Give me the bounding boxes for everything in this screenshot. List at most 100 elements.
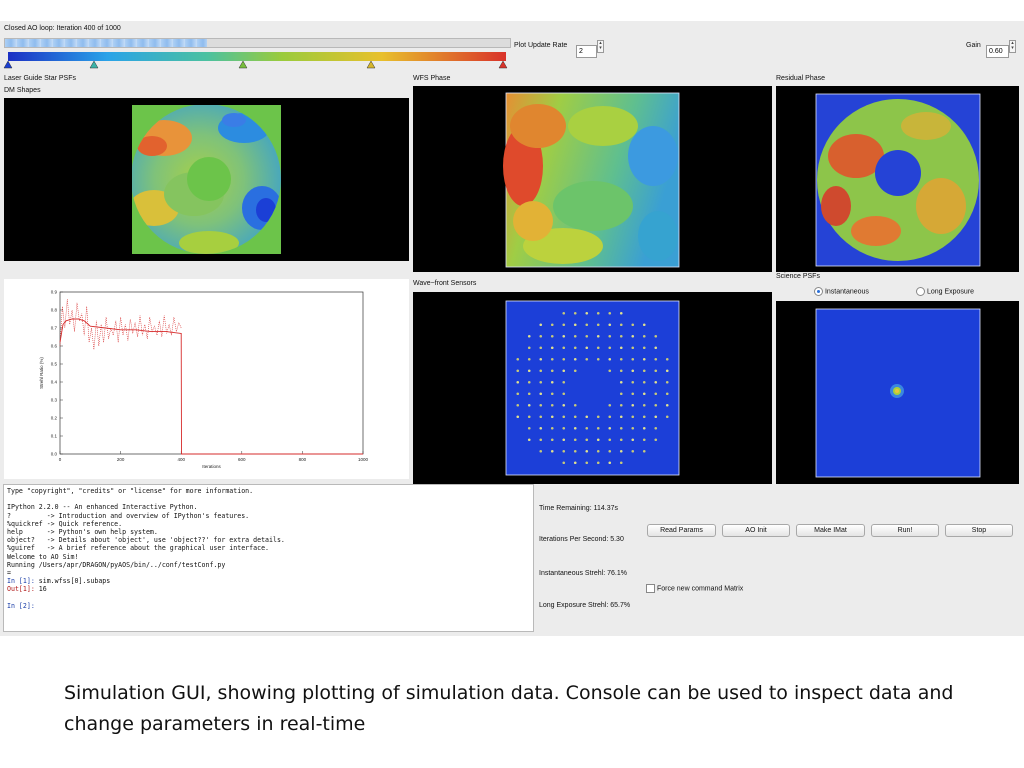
colormap-marker-2[interactable] [89,60,99,69]
wfs-spot [631,346,635,350]
wfs-spot [619,461,623,465]
spinner-arrows-icon[interactable]: ▴ ▾ [1009,40,1016,53]
console-line: IPython 2.2.0 -- An enhanced Interactive… [7,503,198,512]
wfs-spot [562,392,566,396]
wfs-spot [642,438,646,442]
wfs-spot [608,403,612,407]
ao-init-button[interactable]: AO Init [722,524,790,537]
wfs-spot [550,449,554,453]
wfs-spot [573,334,577,338]
wfs-spot [516,403,520,407]
wfs-spot [562,380,566,384]
wfs-spot [665,380,669,384]
wfs-spot [642,369,646,373]
wfs-spot [631,369,635,373]
console-line: = [7,569,11,578]
colormap-marker-min[interactable] [3,60,13,69]
wfs-spot [585,415,589,419]
radio-unselected-icon[interactable] [916,287,925,296]
wfs-spot [539,449,543,453]
colormap-marker-max[interactable] [498,60,508,69]
wfs-spot [608,357,612,361]
wfs-spot [654,346,658,350]
wfs-spot [596,449,600,453]
wfs-spot [550,403,554,407]
wfs-spot [631,323,635,327]
wfs-spot [654,426,658,430]
wfs-spot [608,438,612,442]
wfs-spot [585,461,589,465]
wfs-spot [665,415,669,419]
wfs-spot [539,323,543,327]
psf-long-exposure-label: Long Exposure [926,288,975,296]
checkbox-icon[interactable] [646,584,655,593]
wfs-spot [619,369,623,373]
x-tick-label: 600 [238,457,246,462]
wfs-spot [642,392,646,396]
wavefront-sensors-title: Wave−front Sensors [413,280,477,287]
wfs-spot [550,323,554,327]
wfs-spot [562,403,566,407]
gain-spinner[interactable]: 0.60▴ ▾ [986,40,1016,58]
wfs-spot [539,392,543,396]
gain-label: Gain [966,42,981,49]
wfs-spot [608,449,612,453]
wfs-spot [596,426,600,430]
wfs-spot [596,346,600,350]
force-cmd-matrix-label: Force new command Matrix [656,585,744,593]
loop-progress-bar [4,38,511,48]
wfs-spot [665,403,669,407]
wfs-spot [562,311,566,315]
make-imat-button[interactable]: Make IMat [796,524,865,537]
console-line: %quickref -> Quick reference. [7,519,123,528]
wfs-spot [516,369,520,373]
colormap-marker-3[interactable] [238,60,248,69]
radio-selected-icon[interactable] [814,287,823,296]
ipython-console[interactable]: Type "copyright", "credits" or "license"… [3,484,534,632]
plot-update-rate-input[interactable]: 2 [576,45,597,58]
plot-update-rate-spinner[interactable]: 2▴ ▾ [576,40,604,58]
colormap-markers [3,60,508,69]
wfs-spot [562,357,566,361]
gain-input[interactable]: 0.60 [986,45,1009,58]
wfs-spot [596,461,600,465]
wfs-spot [631,438,635,442]
console-in2[interactable]: In [2]: [7,602,530,610]
plot-update-rate-label: Plot Update Rate [514,42,568,49]
wfs-spot [550,346,554,350]
force-cmd-matrix-option[interactable]: Force new command Matrix [646,584,743,593]
wfs-spot [573,311,577,315]
wfs-spot [654,392,658,396]
y-axis-label: Strehl Ratio (%) [39,357,44,389]
wfs-spot [596,323,600,327]
console-output: Type "copyright", "credits" or "license"… [7,487,530,577]
wfs-spot [562,438,566,442]
y-tick-label: 0.0 [51,452,58,457]
wfs-spot [516,380,520,384]
x-tick-label: 400 [177,457,185,462]
wfs-spot [642,426,646,430]
wavefront-sensor-image [505,300,680,476]
wfs-spot [585,449,589,453]
wfs-spot [585,323,589,327]
wfs-spot [654,369,658,373]
psf-long-exposure-option[interactable]: Long Exposure [916,287,974,296]
psf-instantaneous-option[interactable]: Instantaneous [814,287,869,296]
console-line: Welcome to AO Sim! [7,552,79,561]
y-tick-label: 0.7 [51,326,58,331]
spinner-arrows-icon[interactable]: ▴ ▾ [597,40,604,53]
y-tick-label: 0.5 [51,362,58,367]
x-tick-label: 200 [117,457,125,462]
run-button[interactable]: Run! [871,524,939,537]
colormap-marker-4[interactable] [366,60,376,69]
stop-button[interactable]: Stop [945,524,1013,537]
wfs-phase-title: WFS Phase [413,75,451,82]
y-tick-label: 0.6 [51,344,58,349]
y-tick-label: 0.3 [51,398,58,403]
x-tick-label: 1000 [358,457,369,462]
wfs-spot [619,323,623,327]
read-params-button[interactable]: Read Params [647,524,716,537]
wfs-spot [573,323,577,327]
wfs-spot [642,346,646,350]
